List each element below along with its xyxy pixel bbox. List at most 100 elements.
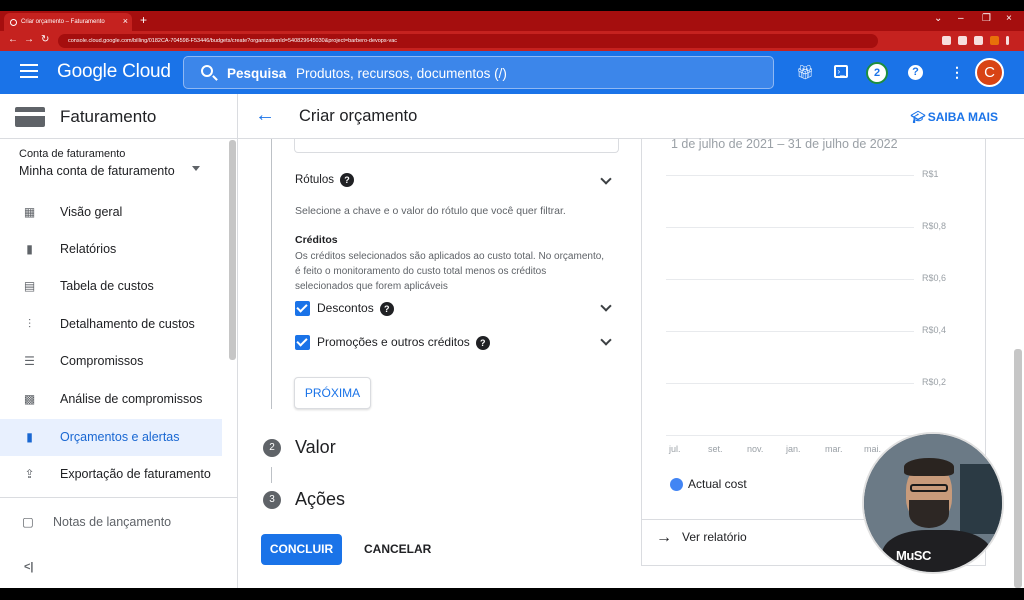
search-input[interactable]: Pesquisa Produtos, recursos, documentos … [183, 56, 774, 89]
browser-tab-strip: Criar orçamento – Faturamento × + ⌄ – ❐ … [0, 11, 1024, 31]
next-button[interactable]: PRÓXIMA [294, 377, 371, 409]
x-tick-label: jul. [669, 444, 681, 454]
sidebar-item-label: Tabela de custos [60, 279, 154, 293]
back-arrow-icon[interactable]: ← [255, 104, 275, 127]
maximize-icon[interactable]: ❐ [982, 13, 991, 24]
credits-title: Créditos [295, 234, 338, 246]
cloud-shell-icon[interactable]: ›_ [834, 65, 848, 78]
notifications-badge[interactable]: 2 [866, 62, 888, 84]
gift-icon[interactable]: 🎁︎ [796, 65, 814, 79]
chevron-down-icon[interactable] [600, 334, 612, 346]
help-icon[interactable]: ? [340, 173, 354, 187]
cam-person-beard [909, 500, 949, 528]
more-options-icon[interactable]: ⋮ [950, 65, 964, 79]
cancel-button[interactable]: CANCELAR [364, 534, 431, 565]
main-scrollbar[interactable] [1014, 349, 1022, 588]
view-report-label: Ver relatório [682, 530, 747, 545]
learn-more-button[interactable]: 🎓︎ SAIBA MAIS [911, 110, 998, 124]
step-label: Ações [295, 489, 346, 509]
webcam-overlay: MuSC [862, 432, 1004, 574]
grid-line [666, 175, 914, 176]
sidebar-item-compromissos[interactable]: ☰ Compromissos [0, 343, 222, 380]
chart-legend: Actual cost [670, 477, 747, 492]
y-tick-label: R$0,4 [922, 325, 947, 335]
budget-form: Rótulos? Selecione a chave e o valor do … [238, 139, 638, 588]
upload-icon: ⇪ [24, 467, 35, 481]
menu-icon[interactable] [1006, 36, 1009, 45]
step-acoes[interactable]: 3 Ações [263, 489, 463, 513]
sidebar-item-visao-geral[interactable]: ▦ Visão geral [0, 194, 222, 231]
grid-line [666, 279, 914, 280]
step-number: 3 [263, 491, 281, 509]
step-valor[interactable]: 2 Valor [263, 437, 463, 461]
menu-icon[interactable] [20, 64, 38, 80]
analysis-icon: ▩ [23, 392, 36, 406]
extension-icon[interactable] [974, 36, 983, 45]
close-tab-icon[interactable]: × [123, 16, 128, 26]
reload-icon[interactable]: ↻ [41, 34, 49, 45]
sidebar-header: Faturamento [0, 94, 238, 139]
grid-line [666, 331, 914, 332]
help-icon[interactable]: ? [475, 335, 490, 350]
view-report-link[interactable]: → Ver relatório [656, 529, 747, 547]
arrow-right-icon: → [656, 529, 672, 546]
sidebar-item-label: Compromissos [60, 354, 144, 368]
promotions-checkbox[interactable] [295, 335, 310, 350]
google-cloud-logo[interactable]: Google Cloud [57, 61, 171, 83]
browser-tab[interactable]: Criar orçamento – Faturamento × [4, 13, 132, 31]
sidebar-item-detalhamento[interactable]: ⫶ Detalhamento de custos [0, 306, 222, 343]
avatar[interactable]: C [975, 58, 1004, 87]
sidebar-footer: ▢ Notas de lançamento <| [0, 497, 238, 588]
minimize-icon[interactable]: – [958, 13, 964, 24]
release-notes-link[interactable]: ▢ Notas de lançamento [22, 514, 171, 529]
sidebar-item-label: Visão geral [60, 205, 123, 219]
search-label: Pesquisa [227, 66, 287, 81]
chevron-down-icon[interactable] [600, 173, 612, 185]
sidebar-item-label: Relatórios [60, 242, 117, 256]
sidebar-scrollbar[interactable] [229, 140, 236, 360]
dropdown-arrow-icon [192, 166, 200, 171]
y-tick-label: R$1 [922, 169, 939, 179]
collapse-sidebar-icon[interactable]: <| [24, 561, 34, 573]
labels-title: Rótulos [295, 174, 334, 187]
cam-person-hair [904, 458, 954, 476]
favicon-icon [10, 18, 17, 26]
step-connector [271, 139, 272, 409]
extension-icon[interactable] [942, 36, 951, 45]
table-icon: ▤ [23, 279, 36, 293]
chevron-down-icon[interactable] [600, 300, 612, 312]
y-tick-label: R$0,8 [922, 221, 947, 231]
url-text: console.cloud.google.com/billing/0182CA-… [68, 38, 398, 44]
x-tick-label: mar. [825, 444, 843, 454]
new-tab-icon[interactable]: + [140, 13, 147, 27]
back-icon[interactable]: ← [8, 34, 18, 45]
window-close-icon[interactable]: × [1006, 13, 1012, 24]
microphone-label: MuSC [896, 548, 931, 563]
notes-icon: ▢ [22, 515, 34, 529]
promotions-checkbox-row[interactable]: Promoções e outros créditos? [295, 335, 595, 353]
discounts-checkbox-row[interactable]: Descontos? [295, 301, 595, 319]
scope-input[interactable] [294, 139, 619, 153]
discounts-checkbox[interactable] [295, 301, 310, 316]
sidebar-item-label: Orçamentos e alertas [60, 430, 180, 444]
sidebar-item-tabela-de-custos[interactable]: ▤ Tabela de custos [0, 268, 222, 305]
profile-icon[interactable] [990, 36, 999, 45]
dashboard-icon: ▦ [23, 205, 36, 219]
address-bar[interactable]: console.cloud.google.com/billing/0182CA-… [58, 34, 878, 48]
tab-search-icon[interactable]: ⌄ [934, 13, 942, 24]
submit-button[interactable]: CONCLUIR [261, 534, 342, 565]
sidebar-item-label: Análise de compromissos [60, 392, 203, 406]
x-tick-label: nov. [747, 444, 764, 454]
help-icon[interactable]: ? [908, 65, 923, 80]
sidebar-item-relatorios[interactable]: ▮ Relatórios [0, 231, 222, 268]
learn-more-label: SAIBA MAIS [927, 110, 998, 124]
forward-icon[interactable]: → [24, 34, 34, 45]
sidebar-item-analise[interactable]: ▩ Análise de compromissos [0, 381, 222, 418]
sidebar-item-exportacao[interactable]: ⇪ Exportação de faturamento [0, 456, 222, 493]
billing-account-selector[interactable]: Conta de faturamento Minha conta de fatu… [12, 146, 210, 184]
help-icon[interactable]: ? [379, 301, 394, 316]
search-placeholder: Produtos, recursos, documentos (/) [296, 66, 507, 81]
extension-icon[interactable] [958, 36, 967, 45]
sidebar-item-orcamentos[interactable]: ▮ Orçamentos e alertas [0, 419, 222, 456]
step-label: Valor [295, 437, 336, 457]
